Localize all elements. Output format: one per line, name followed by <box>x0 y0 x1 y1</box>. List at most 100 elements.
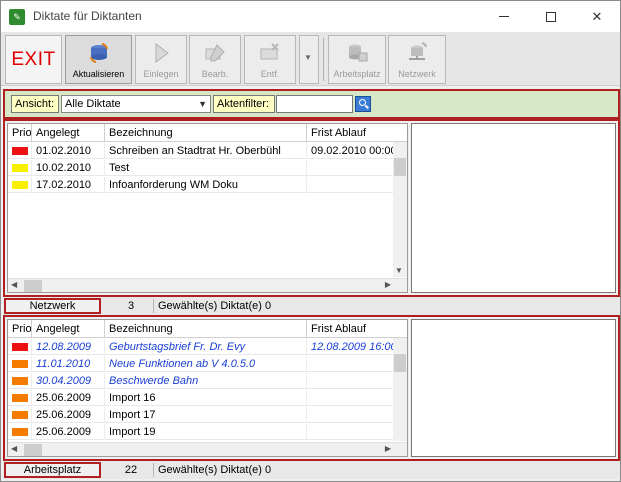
edit-label: Bearb. <box>201 69 229 79</box>
scroll-left-icon[interactable]: ◀ <box>11 444 17 453</box>
network-panel: Prio Angelegt Bezeichnung Frist Ablauf 0… <box>3 119 620 297</box>
bezeichnung-cell: Schreiben an Stadtrat Hr. Oberbühl <box>105 143 307 159</box>
app-window: ✎ Diktate für Diktanten ✕ EXIT Aktualisi… <box>0 0 621 482</box>
bezeichnung-cell: Beschwerde Bahn <box>105 373 307 389</box>
scroll-left-icon[interactable]: ◀ <box>11 280 17 289</box>
scrollbar-thumb[interactable] <box>24 280 42 292</box>
vertical-scrollbar[interactable] <box>393 338 407 441</box>
scroll-right-icon[interactable]: ▶ <box>385 444 391 453</box>
table-row[interactable]: 11.01.2010 Neue Funktionen ab V 4.0.5.0 <box>8 356 407 372</box>
angelegt-cell: 25.06.2009 <box>32 390 105 406</box>
workplace-grid: Prio Angelegt Bezeichnung Frist Ablauf 1… <box>7 319 408 457</box>
priority-indicator <box>12 360 28 368</box>
filter-bar: Ansicht: Alle Diktate ▼ Aktenfilter: <box>3 89 620 119</box>
netzwerk-label: Netzwerk <box>398 69 436 79</box>
network-grid: Prio Angelegt Bezeichnung Frist Ablauf 0… <box>7 123 408 293</box>
einlegen-label: Einlegen <box>143 69 179 79</box>
grid-header: Prio Angelegt Bezeichnung Frist Ablauf <box>8 320 407 338</box>
workplace-status-bar: Arbeitsplatz 22 Gewählte(s) Diktat(e) 0 <box>3 461 620 479</box>
netzwerk-button[interactable]: Netzwerk <box>388 35 446 84</box>
refresh-button[interactable]: Aktualisieren <box>65 35 132 84</box>
column-header-angelegt[interactable]: Angelegt <box>32 320 105 338</box>
workplace-panel: Prio Angelegt Bezeichnung Frist Ablauf 1… <box>3 315 620 461</box>
database-icon <box>349 44 368 62</box>
network-count: 3 <box>127 300 135 312</box>
prio-cell <box>8 373 32 389</box>
table-row[interactable]: 12.08.2009 Geburtstagsbrief Fr. Dr. Evy … <box>8 339 407 355</box>
vertical-scrollbar[interactable]: ▼ <box>393 142 407 277</box>
column-header-frist[interactable]: Frist Ablauf <box>307 124 407 142</box>
table-row[interactable]: 25.06.2009 Import 19 <box>8 424 407 440</box>
column-header-angelegt[interactable]: Angelegt <box>32 124 105 142</box>
angelegt-cell: 25.06.2009 <box>32 424 105 440</box>
scrollbar-thumb[interactable] <box>24 444 42 456</box>
priority-indicator <box>12 377 28 385</box>
angelegt-cell: 25.06.2009 <box>32 407 105 423</box>
horizontal-scrollbar[interactable]: ◀ ▶ <box>8 278 407 292</box>
table-row[interactable]: 25.06.2009 Import 16 <box>8 390 407 406</box>
prio-cell <box>8 356 32 372</box>
bezeichnung-cell: Import 16 <box>105 390 307 406</box>
column-header-bezeichnung[interactable]: Bezeichnung <box>105 124 307 142</box>
einlegen-button[interactable]: Einlegen <box>135 35 187 84</box>
prio-cell <box>8 339 32 355</box>
prio-cell <box>8 160 32 176</box>
network-status-bar: Netzwerk 3 Gewählte(s) Diktat(e) 0 <box>3 297 620 315</box>
scroll-down-icon[interactable]: ▼ <box>395 266 403 275</box>
table-row[interactable]: 25.06.2009 Import 17 <box>8 407 407 423</box>
arbeitsplatz-label: Arbeitsplatz <box>333 69 381 79</box>
scroll-right-icon[interactable]: ▶ <box>385 280 391 289</box>
table-row[interactable]: 10.02.2010 Test <box>8 160 407 176</box>
arbeitsplatz-button[interactable]: Arbeitsplatz <box>328 35 386 84</box>
column-header-prio[interactable]: Prio <box>8 320 32 338</box>
priority-indicator <box>12 428 28 436</box>
netzwerk-status-button[interactable]: Netzwerk <box>4 298 101 314</box>
angelegt-cell: 17.02.2010 <box>32 177 105 193</box>
minimize-icon <box>499 16 509 17</box>
network-preview-pane <box>411 123 616 293</box>
horizontal-scrollbar[interactable]: ◀ ▶ <box>8 442 407 456</box>
angelegt-cell: 10.02.2010 <box>32 160 105 176</box>
priority-indicator <box>12 411 28 419</box>
bezeichnung-cell: Test <box>105 160 307 176</box>
refresh-icon <box>89 43 108 63</box>
prio-cell <box>8 407 32 423</box>
edit-icon <box>205 44 225 62</box>
network-icon <box>409 42 427 60</box>
close-button[interactable]: ✕ <box>574 1 620 32</box>
column-header-frist[interactable]: Frist Ablauf <box>307 320 407 338</box>
priority-indicator <box>12 343 28 351</box>
edit-button[interactable]: Bearb. <box>189 35 241 84</box>
prio-cell <box>8 177 32 193</box>
table-row[interactable]: 01.02.2010 Schreiben an Stadtrat Hr. Obe… <box>8 143 407 159</box>
angelegt-cell: 30.04.2009 <box>32 373 105 389</box>
toolbar: EXIT Aktualisieren Einlegen Bearb. Entf.… <box>1 32 620 86</box>
table-row[interactable]: 17.02.2010 Infoanforderung WM Doku <box>8 177 407 193</box>
exit-label: EXIT <box>11 49 56 70</box>
arbeitsplatz-status-button[interactable]: Arbeitsplatz <box>4 462 101 478</box>
ansicht-select[interactable]: Alle Diktate ▼ <box>61 95 211 113</box>
workplace-count: 22 <box>124 464 138 476</box>
aktenfilter-input[interactable] <box>276 95 353 113</box>
scrollbar-thumb[interactable] <box>394 354 406 372</box>
column-header-prio[interactable]: Prio <box>8 124 32 142</box>
workplace-preview-pane <box>411 319 616 457</box>
chevron-down-icon: ▼ <box>198 99 207 109</box>
app-icon: ✎ <box>9 9 25 25</box>
title-bar: ✎ Diktate für Diktanten ✕ <box>1 1 620 32</box>
toolbar-dropdown-button[interactable]: ▼ <box>299 35 319 84</box>
maximize-button[interactable] <box>528 1 574 32</box>
minimize-button[interactable] <box>481 1 527 32</box>
scrollbar-thumb[interactable] <box>394 158 406 176</box>
priority-indicator <box>12 181 28 189</box>
column-header-bezeichnung[interactable]: Bezeichnung <box>105 320 307 338</box>
chevron-down-icon: ▼ <box>304 53 312 62</box>
exit-button[interactable]: EXIT <box>5 35 62 84</box>
bezeichnung-cell: Neue Funktionen ab V 4.0.5.0 <box>105 356 307 372</box>
angelegt-cell: 01.02.2010 <box>32 143 105 159</box>
window-title: Diktate für Diktanten <box>33 9 142 23</box>
delete-button[interactable]: Entf. <box>244 35 296 84</box>
table-row[interactable]: 30.04.2009 Beschwerde Bahn <box>8 373 407 389</box>
ansicht-label: Ansicht: <box>11 95 59 113</box>
search-button[interactable] <box>355 96 371 112</box>
